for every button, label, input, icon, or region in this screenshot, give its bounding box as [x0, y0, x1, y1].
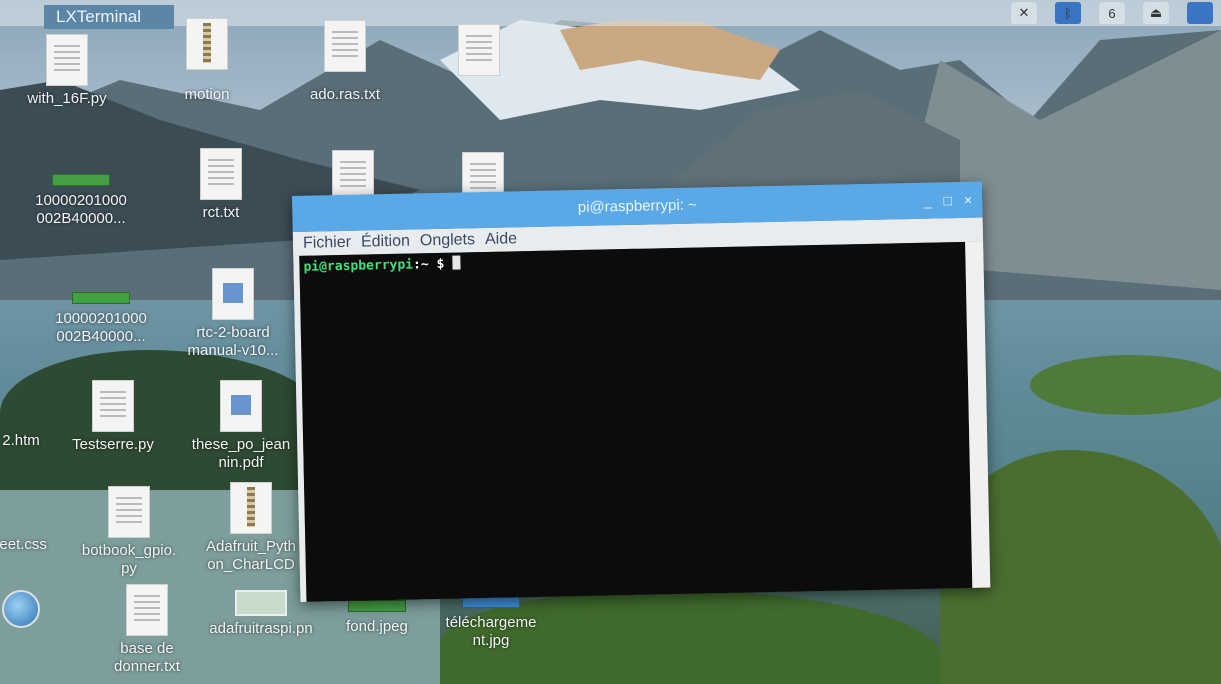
pdf-file-icon [212, 268, 254, 320]
system-tray: ✕ ᛒ 6 ⏏ [1011, 2, 1213, 24]
desktop-icon-these-pdf[interactable]: these_po_jean nin.pdf [186, 380, 296, 472]
desktop-icon-label: these_po_jean nin.pdf [191, 436, 291, 471]
desktop-icon-adafruit-charlcd[interactable]: Adafruit_Pyth on_CharLCD [196, 482, 306, 574]
desktop-icon-label: with_16F.py [27, 90, 107, 107]
desktop-icon-image-2[interactable]: 10000201000 002B40000... [46, 278, 156, 346]
close-button[interactable]: × [964, 192, 973, 208]
minimize-button[interactable]: _ [924, 193, 932, 209]
desktop-icon-label: botbook_gpio. py [81, 542, 177, 577]
desktop-icon-ado-ras-txt[interactable]: ado.ras.txt [290, 20, 400, 104]
file-icon [46, 34, 88, 86]
desktop-icon-label: heet.css [0, 536, 47, 553]
window-title: pi@raspberrypi: ~ [577, 196, 697, 217]
desktop-icon-base-de-donner[interactable]: base de donner.txt [92, 584, 202, 676]
file-icon [200, 148, 242, 200]
eject-icon[interactable]: ⏏ [1143, 2, 1169, 24]
pdf-file-icon [220, 380, 262, 432]
desktop-icon-rtc-2-board[interactable]: rtc-2-board manual-v10... [178, 268, 288, 360]
menu-onglets[interactable]: Onglets [420, 231, 476, 250]
desktop-icon-image-1[interactable]: 10000201000 002B40000... [26, 160, 136, 228]
menu-edition[interactable]: Édition [361, 233, 410, 252]
desktop-icon-globe[interactable] [0, 590, 76, 628]
desktop-icon-label: Adafruit_Pyth on_CharLCD [205, 538, 297, 573]
menu-fichier[interactable]: Fichier [303, 234, 351, 253]
desktop-icon-unnamed-doc[interactable] [424, 24, 534, 76]
desktop-icon-motion[interactable]: motion [152, 18, 262, 104]
archive-icon [186, 18, 228, 70]
maximize-button[interactable]: □ [943, 192, 952, 208]
desktop-icon-label: téléchargeme nt.jpg [445, 614, 537, 649]
desktop-icon-sheet-css[interactable]: heet.css [0, 490, 74, 554]
desktop-icon-testserre-py[interactable]: Testserre.py [58, 380, 168, 454]
file-icon [126, 584, 168, 636]
menu-aide[interactable]: Aide [485, 230, 517, 249]
desktop-icon-label: base de donner.txt [114, 640, 180, 675]
desktop-icon-with-16f-py[interactable]: with_16F.py [12, 34, 122, 108]
desktop-icon-label: rct.txt [202, 204, 240, 221]
terminal-window[interactable]: pi@raspberrypi: ~ _ □ × Fichier Édition … [292, 181, 991, 602]
file-icon [92, 380, 134, 432]
desktop-icon-label: rtc-2-board manual-v10... [187, 324, 279, 359]
file-icon [108, 486, 150, 538]
file-icon [458, 24, 500, 76]
file-icon [324, 20, 366, 72]
text-cursor [452, 255, 461, 270]
desktop-icon-label: ado.ras.txt [309, 86, 381, 103]
image-thumbnail-icon [52, 174, 110, 186]
bluetooth-icon[interactable]: ᛒ [1055, 2, 1081, 24]
window-controls: _ □ × [924, 192, 973, 209]
image-thumbnail-icon [72, 292, 130, 304]
image-thumbnail-icon [348, 600, 406, 612]
desktop-icon-label: fond.jpeg [346, 618, 408, 635]
desktop-icon-label: Testserre.py [72, 436, 154, 453]
island [1030, 355, 1221, 415]
terminal-output[interactable]: pi@raspberrypi:~ $ [299, 241, 973, 602]
globe-icon [2, 590, 40, 628]
desktop-icon-label: adafruitraspi.pn [209, 620, 313, 637]
desktop-icon-rct-txt[interactable]: rct.txt [166, 148, 276, 222]
prompt-dir: :~ $ [412, 256, 445, 273]
volume-icon[interactable] [1187, 2, 1213, 24]
desktop-icon-label: 10000201000 002B40000... [55, 310, 147, 345]
clock-tray[interactable]: 6 [1099, 2, 1125, 24]
network-icon[interactable]: ✕ [1011, 2, 1037, 24]
image-thumbnail-icon [235, 590, 287, 616]
desktop-icon-label: 10000201000 002B40000... [35, 192, 127, 227]
desktop-icon-botbook-gpio[interactable]: botbook_gpio. py [74, 486, 184, 578]
prompt-user: pi@raspberrypi [303, 257, 414, 275]
desktop-icon-label: motion [184, 86, 230, 103]
archive-icon [230, 482, 272, 534]
